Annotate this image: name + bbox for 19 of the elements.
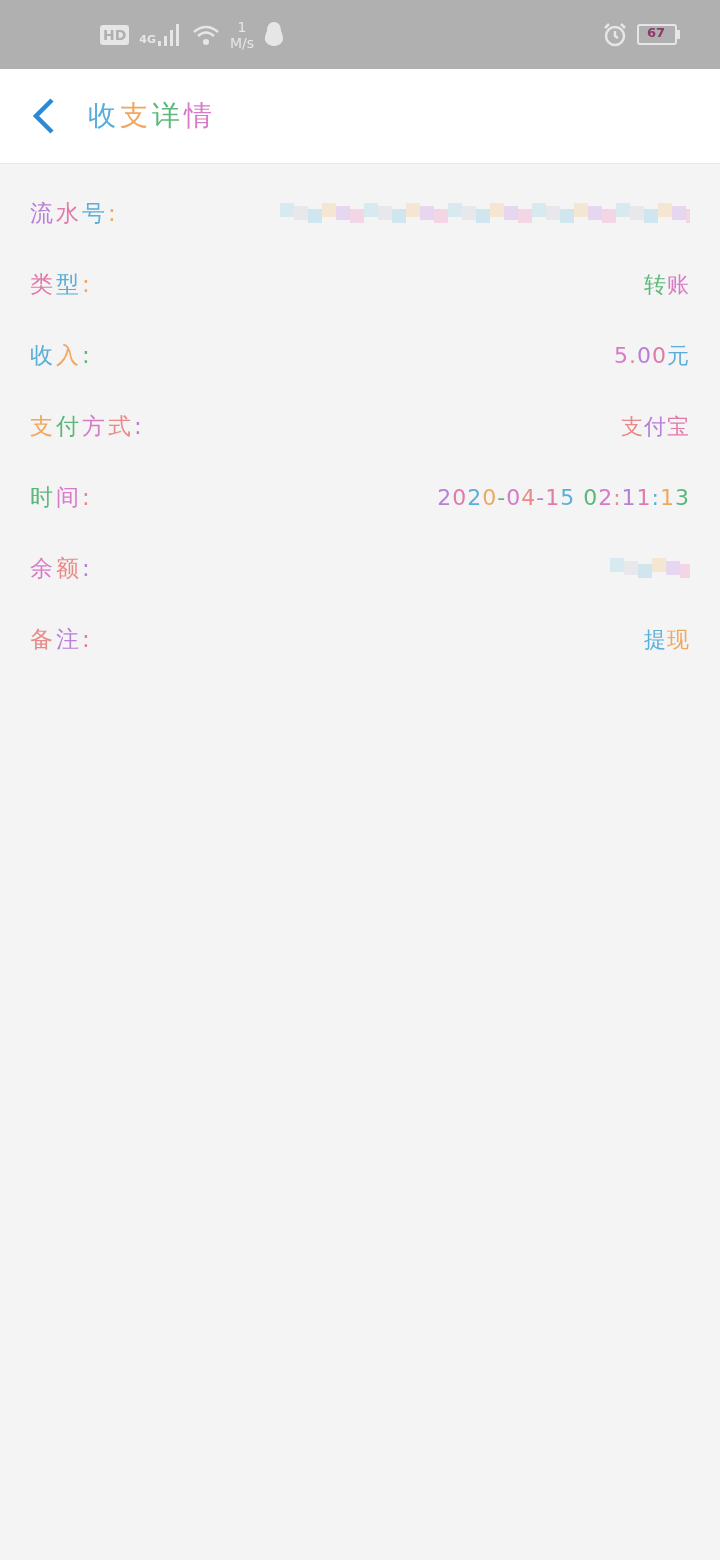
field-value: 提现 <box>644 625 690 654</box>
field-label: 收入: <box>30 341 93 370</box>
battery-level: 67 <box>647 25 666 40</box>
field-value: 5.00元 <box>614 341 690 370</box>
field-label: 备注: <box>30 625 93 654</box>
penguin-icon <box>264 21 285 48</box>
field-value: 2020-04-15 02:11:13 <box>437 485 690 510</box>
field-label: 支付方式: <box>30 412 145 441</box>
back-icon[interactable] <box>30 97 56 135</box>
battery-icon <box>637 24 677 45</box>
field-label: 时间: <box>30 483 93 512</box>
page-title: 收支详情 <box>88 98 216 134</box>
alarm-icon <box>603 22 627 47</box>
field-value: 转账 <box>644 270 690 299</box>
field-label: 流水号: <box>30 199 119 228</box>
field-label: 余额: <box>30 554 93 583</box>
wifi-icon <box>192 23 221 46</box>
field-label: 类型: <box>30 270 93 299</box>
field-value: 支付宝 <box>621 412 690 441</box>
